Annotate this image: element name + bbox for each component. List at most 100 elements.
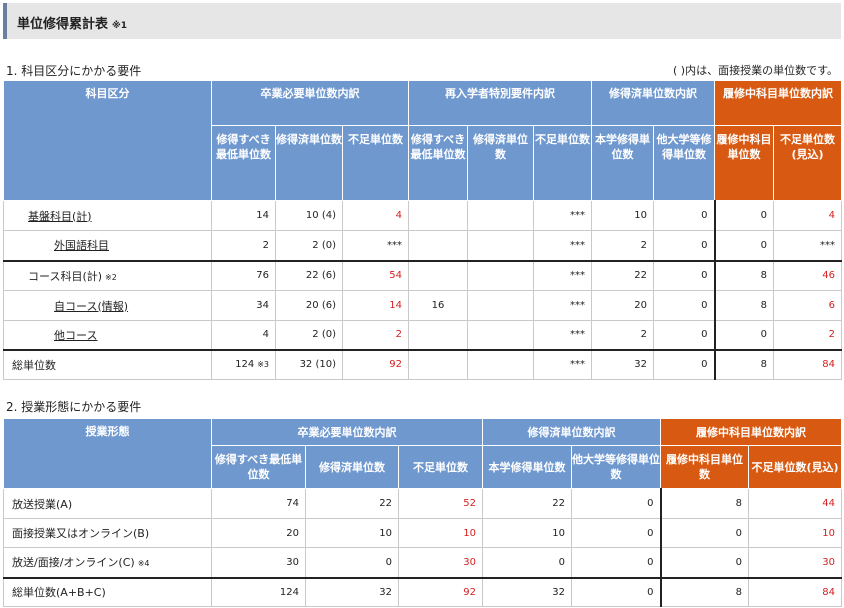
section1-heading: 1. 科目区分にかかる要件 xyxy=(6,64,142,78)
group-header-enrolled: 履修中科目単位数内訳 xyxy=(660,418,843,446)
row-label-link[interactable]: 基盤科目(計) xyxy=(3,200,212,231)
cell: 32 xyxy=(482,576,573,607)
cell: 14 xyxy=(341,290,410,321)
sub-header: 修得すべき最低単位数 xyxy=(211,125,276,201)
cell: *** xyxy=(533,230,593,262)
cell: 22 xyxy=(305,488,399,519)
cell: 0 xyxy=(571,518,662,548)
sub-header: 履修中科目単位数 xyxy=(660,445,750,489)
sub-header: 本学修得単位数 xyxy=(591,125,655,201)
cell: 10 xyxy=(591,200,655,231)
sub-header: 本学修得単位数 xyxy=(482,445,573,489)
table-row: 外国語科目 2 2 (0) *** *** 2 0 0 *** xyxy=(3,230,843,262)
cell: 10 (4) xyxy=(275,200,343,231)
cell: 124 ※3 xyxy=(211,348,276,380)
cell: 2 xyxy=(211,230,276,262)
cell: *** xyxy=(773,230,843,262)
col-header-format: 授業形態 xyxy=(3,418,212,489)
sub-header: 修得済単位数 xyxy=(305,445,399,489)
row-label-link[interactable]: 他コース xyxy=(3,320,212,350)
cell: 0 xyxy=(653,348,716,380)
cell xyxy=(408,230,469,262)
group-header-graduation: 卒業必要単位数内訳 xyxy=(210,418,484,446)
table-row: 放送授業(A) 74 22 52 22 0 8 44 xyxy=(3,488,843,519)
cell: 0 xyxy=(713,320,775,350)
cell: 84 xyxy=(773,348,843,380)
cell xyxy=(408,348,469,380)
sub-header: 修得すべき最低単位数 xyxy=(211,445,306,489)
cell: 8 xyxy=(659,488,750,519)
cell: 0 xyxy=(713,200,775,231)
cell: 0 xyxy=(571,488,662,519)
cell xyxy=(467,290,535,321)
cell: 22 xyxy=(591,260,655,291)
cell: 8 xyxy=(659,576,750,607)
cell: 20 xyxy=(211,518,306,548)
cell: 10 xyxy=(397,518,484,548)
page-title: 単位修得累計表 ※1 xyxy=(17,17,128,32)
cell xyxy=(467,348,535,380)
cell: *** xyxy=(533,348,593,380)
col-header-category: 科目区分 xyxy=(3,80,212,201)
row-label: 放送/面接/オンライン(C) ※4 xyxy=(3,547,212,578)
cell: 34 xyxy=(211,290,276,321)
table-row-total: 総単位数(A+B+C) 124 32 92 32 0 8 84 xyxy=(3,576,843,607)
cell xyxy=(408,200,469,231)
cell: 92 xyxy=(397,576,484,607)
class-format-table: 授業形態 卒業必要単位数内訳 修得済単位数内訳 履修中科目単位数内訳 修得すべき… xyxy=(3,418,843,607)
sub-header: 履修中科目単位数 xyxy=(714,125,775,201)
cell: 2 (0) xyxy=(275,230,343,262)
group-header-enrolled: 履修中科目単位数内訳 xyxy=(714,80,843,126)
table-row: コース科目(計) ※2 76 22 (6) 54 *** 22 0 8 46 xyxy=(3,260,843,291)
cell: 74 xyxy=(211,488,306,519)
group-header-readmission: 再入学者特別要件内訳 xyxy=(408,80,593,126)
cell: 22 xyxy=(482,488,573,519)
cell: 2 xyxy=(591,230,655,262)
cell: 4 xyxy=(341,200,410,231)
cell: 2 (0) xyxy=(275,320,343,350)
cell: 0 xyxy=(571,547,662,578)
cell: 124 xyxy=(211,576,306,607)
cell: 2 xyxy=(591,320,655,350)
table-row: 自コース(情報) 34 20 (6) 14 16 *** 20 0 8 6 xyxy=(3,290,843,321)
sub-header: 修得済単位数 xyxy=(467,125,535,201)
sub-header: 不足単位数 xyxy=(397,445,484,489)
cell: 4 xyxy=(773,200,843,231)
sub-header: 修得すべき最低単位数 xyxy=(408,125,469,201)
cell: 6 xyxy=(773,290,843,321)
cell: 30 xyxy=(211,547,306,578)
cell: 0 xyxy=(482,547,573,578)
cell: 30 xyxy=(397,547,484,578)
cell: 76 xyxy=(211,260,276,291)
sub-header: 他大学等修得単位数 xyxy=(571,445,662,489)
cell: 0 xyxy=(653,200,716,231)
page-title-bar: 単位修得累計表 ※1 xyxy=(3,3,841,39)
row-label: 面接授業又はオンライン(B) xyxy=(3,518,212,548)
cell: 2 xyxy=(341,320,410,350)
row-label-link[interactable]: 外国語科目 xyxy=(3,230,212,262)
cell: 52 xyxy=(397,488,484,519)
cell: 20 (6) xyxy=(275,290,343,321)
cell: 16 xyxy=(408,290,469,321)
cell: 32 xyxy=(305,576,399,607)
cell: *** xyxy=(533,290,593,321)
cell xyxy=(467,230,535,262)
section1-note: ( )内は、面接授業の単位数です。 xyxy=(673,64,838,77)
cell: 0 xyxy=(713,230,775,262)
row-label-link[interactable]: 自コース(情報) xyxy=(3,290,212,321)
cell xyxy=(408,260,469,291)
title-accent xyxy=(3,3,7,39)
cell: 0 xyxy=(305,547,399,578)
cell: *** xyxy=(533,320,593,350)
row-label: 総単位数(A+B+C) xyxy=(3,576,212,607)
cell: 0 xyxy=(571,576,662,607)
cell: 0 xyxy=(653,230,716,262)
cell: 54 xyxy=(341,260,410,291)
cell: 8 xyxy=(713,290,775,321)
cell: 8 xyxy=(713,260,775,291)
cell: 0 xyxy=(659,547,750,578)
table-row: 面接授業又はオンライン(B) 20 10 10 10 0 0 10 xyxy=(3,518,843,548)
cell: 92 xyxy=(341,348,410,380)
cell: 32 xyxy=(591,348,655,380)
cell: 8 xyxy=(713,348,775,380)
